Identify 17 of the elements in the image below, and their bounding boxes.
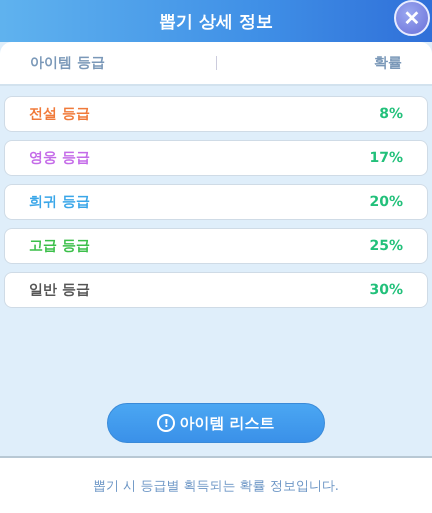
info-icon: !: [157, 414, 176, 432]
grade-rate: 20%: [369, 194, 403, 210]
grade-label: 영웅 등급: [29, 149, 90, 167]
column-header: 아이템 등급: [29, 54, 106, 72]
grade-rate: 17%: [369, 150, 403, 166]
grade-label: 일반 등급: [29, 281, 90, 299]
grade-rate: 25%: [369, 238, 403, 254]
grade-rate: 8%: [379, 106, 403, 122]
item-list-button[interactable]: ! 아이템 리스트: [107, 403, 325, 443]
footer-note: 뽑기 시 등급별 획득되는 확률 정보입니다.: [93, 478, 339, 494]
grade-label: 고급 등급: [29, 237, 90, 255]
grade-rate: 30%: [369, 282, 403, 298]
close-button[interactable]: ✕: [394, 0, 430, 36]
grade-label: 전설 등급: [29, 105, 90, 123]
grade-label: 희귀 등급: [29, 193, 90, 211]
column-header: 확률: [373, 54, 403, 72]
window-title: 뽑기 상세 정보: [159, 10, 273, 32]
